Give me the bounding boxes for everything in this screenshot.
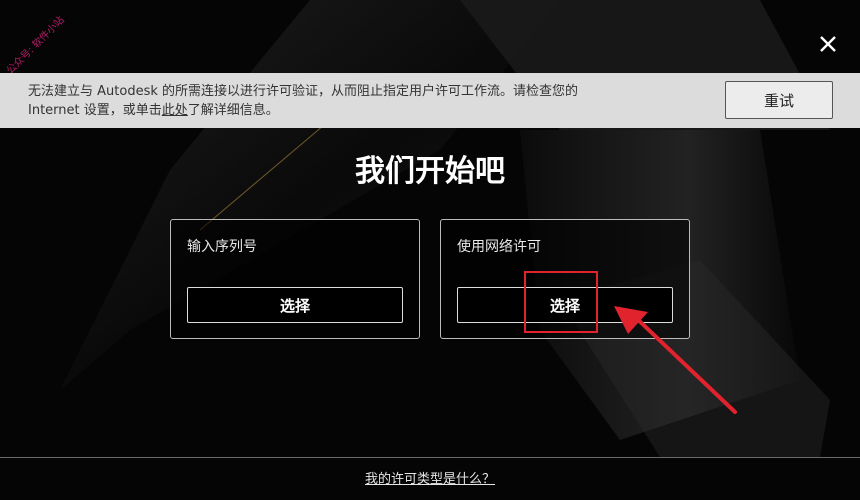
retry-button[interactable]: 重试	[725, 81, 833, 119]
footer-divider	[0, 457, 860, 458]
network-license-select-button[interactable]: 选择	[457, 287, 673, 323]
page-title: 我们开始吧	[355, 154, 505, 189]
serial-number-select-button[interactable]: 选择	[187, 287, 403, 323]
close-icon	[820, 36, 836, 52]
close-button[interactable]	[812, 28, 844, 60]
banner-line-2-suffix: 了解详细信息。	[187, 103, 279, 118]
connection-warning-banner: 无法建立与 Autodesk 的所需连接以进行许可验证，从而阻止指定用户许可工作…	[0, 73, 860, 128]
banner-message: 无法建立与 Autodesk 的所需连接以进行许可验证，从而阻止指定用户许可工作…	[28, 82, 688, 120]
banner-line-2: Internet 设置，或单击此处了解详细信息。	[28, 101, 688, 120]
banner-line-2-prefix: Internet 设置，或单击	[28, 103, 162, 118]
serial-number-label: 输入序列号	[187, 239, 257, 255]
network-license-card: 使用网络许可 选择	[440, 219, 690, 339]
license-type-help-link[interactable]: 我的许可类型是什么？	[0, 468, 860, 487]
details-link[interactable]: 此处	[162, 103, 188, 118]
serial-number-card: 输入序列号 选择	[170, 219, 420, 339]
network-license-label: 使用网络许可	[457, 239, 541, 255]
banner-line-1: 无法建立与 Autodesk 的所需连接以进行许可验证，从而阻止指定用户许可工作…	[28, 84, 578, 99]
